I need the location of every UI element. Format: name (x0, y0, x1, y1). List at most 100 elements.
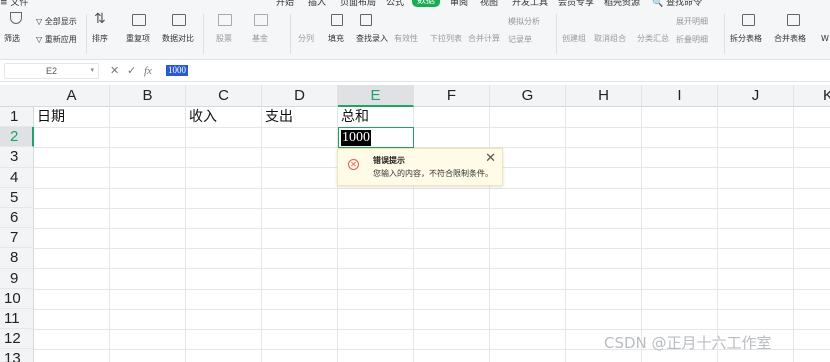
column-header-f[interactable]: F (414, 85, 490, 107)
cell-grid[interactable]: 日期 收入 支出 总和 1000 (34, 107, 830, 362)
chevron-down-icon[interactable]: ▾ (90, 64, 94, 78)
what-if-button[interactable]: 模拟分析 (508, 17, 540, 27)
record-form-button[interactable]: 记录单 (508, 35, 532, 45)
filter-icon (10, 12, 22, 24)
name-box[interactable]: E2 ▾ (4, 63, 99, 79)
tab-data[interactable]: 数据 (412, 0, 441, 7)
tab-insert[interactable]: 插入 (308, 0, 326, 8)
tab-member[interactable]: 会员专享 (558, 0, 594, 8)
lookup-icon (360, 14, 372, 26)
gridline (34, 309, 830, 310)
error-icon: ✕ (348, 159, 359, 170)
stock-button[interactable]: 股票 (216, 34, 232, 44)
row-header-5[interactable]: 5 (0, 187, 34, 208)
file-menu[interactable]: ≡ 文件 (0, 0, 28, 8)
column-headers: A B C D E F G H I J K (0, 85, 830, 107)
function-icon[interactable]: fx (144, 64, 152, 78)
watermark: CSDN @正月十六工作室 (604, 334, 772, 352)
tab-formula[interactable]: 公式 (386, 0, 404, 8)
tab-page-layout[interactable]: 页面布局 (340, 0, 376, 8)
column-header-g[interactable]: G (490, 85, 566, 107)
row-header-8[interactable]: 8 (0, 248, 34, 269)
duplicates-button[interactable]: 重复项 (126, 34, 150, 44)
split-column-button[interactable]: 分列 (298, 34, 314, 44)
gridline (34, 289, 830, 290)
confirm-icon[interactable]: ✓ (127, 64, 136, 78)
ungroup-button[interactable]: 取消组合 (594, 34, 626, 44)
gridline (34, 248, 830, 249)
validity-button[interactable]: 有效性 (394, 34, 418, 44)
gridline (34, 208, 830, 209)
formula-bar: E2 ▾ ✕ ✓ fx 1000 (0, 60, 830, 82)
cell-reference: E2 (45, 66, 57, 76)
tab-docer[interactable]: 稻壳资源 (604, 0, 640, 8)
cell-e1[interactable]: 总和 (341, 107, 369, 127)
column-header-e[interactable]: E (338, 85, 414, 107)
row-header-4[interactable]: 4 (0, 167, 34, 188)
column-header-i[interactable]: I (642, 85, 718, 107)
split-table-button[interactable]: 拆分表格 (730, 34, 762, 44)
row-header-2[interactable]: 2 (0, 127, 34, 148)
spreadsheet-window: ≡ 文件 开始 插入 页面布局 公式 数据 审阅 视图 开发工具 会员专享 稻壳… (0, 0, 830, 362)
gridline (641, 107, 642, 362)
column-header-k[interactable]: K (794, 85, 830, 107)
fund-icon (254, 14, 268, 26)
column-header-b[interactable]: B (110, 85, 186, 107)
collapse-detail-button[interactable]: 折叠明细 (676, 35, 708, 45)
dropdown-list-button[interactable]: 下拉列表 (430, 34, 462, 44)
active-cell-e2[interactable]: 1000 (338, 127, 414, 148)
row-header-7[interactable]: 7 (0, 228, 34, 249)
row-header-10[interactable]: 10 (0, 288, 34, 309)
column-header-j[interactable]: J (718, 85, 794, 107)
gridline (793, 107, 794, 362)
stock-icon (218, 14, 232, 26)
expand-detail-button[interactable]: 展开明细 (676, 17, 708, 27)
cell-d1[interactable]: 支出 (265, 107, 293, 127)
consolidate-button[interactable]: 合并计算 (468, 34, 500, 44)
row-header-3[interactable]: 3 (0, 147, 34, 168)
formula-input[interactable]: 1000 (166, 65, 188, 76)
search-command[interactable]: 🔍 查找命令 (652, 0, 702, 8)
row-header-12[interactable]: 12 (0, 329, 34, 350)
gridline (34, 268, 830, 269)
data-ribbon: 筛选 ▽ 全部显示 ▽ 重新应用 ⇅ 排序 重复项 数据对比 股票 基金 分列 … (0, 8, 830, 60)
fill-button[interactable]: 填充 (328, 34, 344, 44)
show-all-button[interactable]: ▽ 全部显示 (36, 17, 77, 27)
filter-button[interactable]: 筛选 (4, 34, 20, 44)
tab-review[interactable]: 审阅 (450, 0, 468, 8)
fund-button[interactable]: 基金 (252, 34, 268, 44)
column-header-a[interactable]: A (34, 85, 110, 107)
create-group-button[interactable]: 创建组 (562, 34, 586, 44)
column-header-c[interactable]: C (186, 85, 262, 107)
tab-home[interactable]: 开始 (276, 0, 294, 8)
row-header-6[interactable]: 6 (0, 208, 34, 229)
column-header-d[interactable]: D (262, 85, 338, 107)
close-icon[interactable]: ✕ (485, 152, 496, 165)
cancel-icon[interactable]: ✕ (110, 64, 119, 78)
column-header-h[interactable]: H (566, 85, 642, 107)
search-command-label: 查找命令 (666, 0, 703, 8)
tab-developer[interactable]: 开发工具 (512, 0, 548, 8)
gridline (34, 329, 830, 330)
compare-button[interactable]: 数据对比 (162, 34, 194, 44)
divider (724, 14, 725, 54)
cell-c1[interactable]: 收入 (189, 107, 217, 127)
cell-a1[interactable]: 日期 (37, 107, 65, 127)
error-tooltip: ✕ 错误提示 您输入的内容，不符合限制条件。 ✕ (337, 148, 503, 186)
lookup-entry-button[interactable]: 查找录入 (356, 34, 388, 44)
row-header-9[interactable]: 9 (0, 268, 34, 289)
row-header-13[interactable]: 13 (0, 349, 34, 362)
divider (290, 14, 291, 54)
error-message: 您输入的内容，不符合限制条件。 (373, 169, 493, 178)
reapply-button[interactable]: ▽ 重新应用 (36, 35, 77, 45)
row-header-1[interactable]: 1 (0, 107, 34, 128)
merge-table-button[interactable]: 合并表格 (774, 34, 806, 44)
active-cell-value: 1000 (341, 130, 371, 146)
reapply-label: 重新应用 (44, 35, 77, 44)
tab-view[interactable]: 视图 (480, 0, 498, 8)
gridline (489, 107, 490, 362)
sort-button[interactable]: 排序 (92, 34, 108, 44)
row-header-11[interactable]: 11 (0, 309, 34, 330)
more-button[interactable]: W (821, 34, 829, 44)
subtotal-button[interactable]: 分类汇总 (637, 34, 669, 44)
